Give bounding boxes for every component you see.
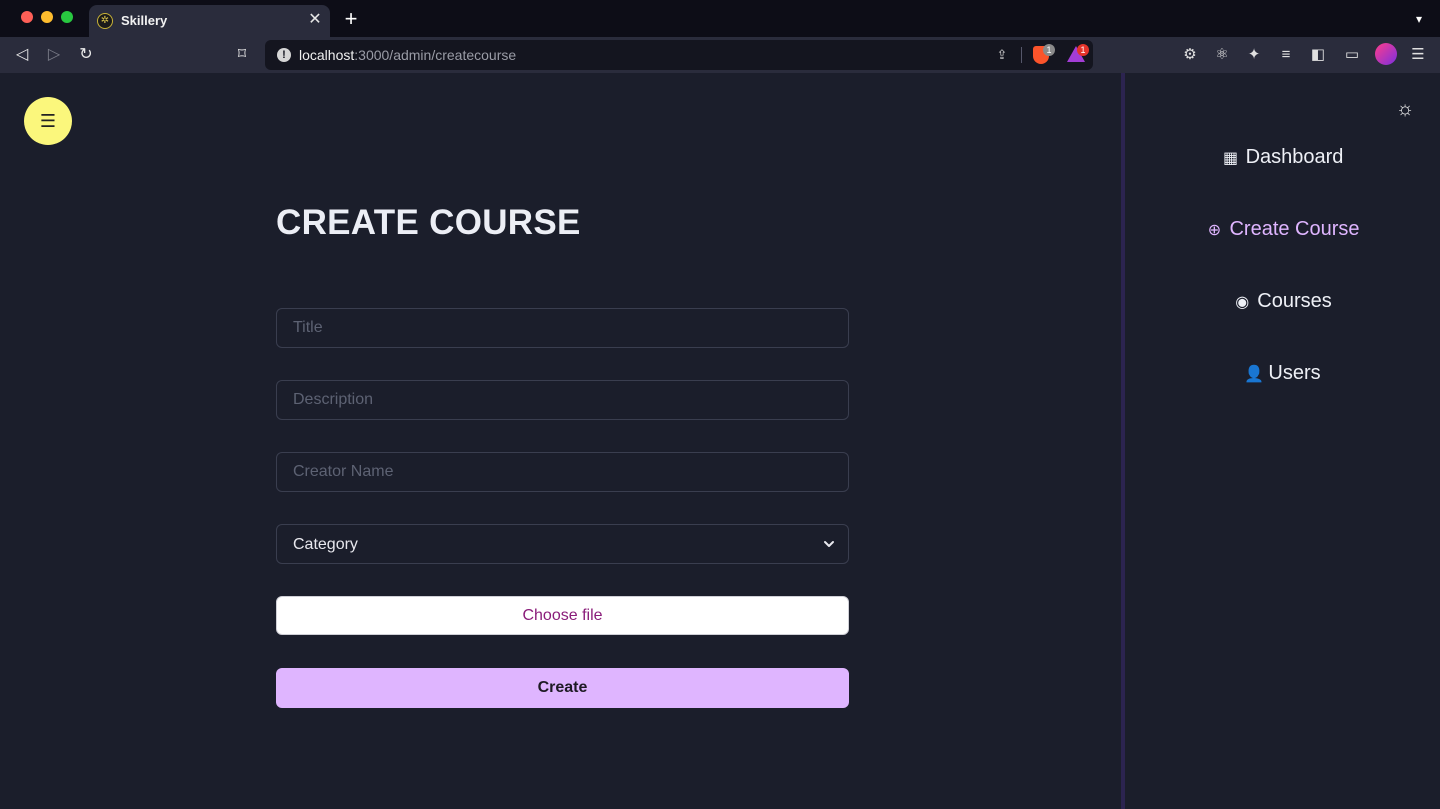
bookmark-icon[interactable]: ⌑ [231, 44, 253, 66]
page-content: ☰ CREATE COURSE Category Choose file Cre… [0, 73, 1440, 809]
choose-file-button[interactable]: Choose file [276, 596, 849, 635]
sidebar-item-dashboard[interactable]: ▦ Dashboard [1125, 142, 1440, 172]
chevron-down-icon [824, 541, 834, 547]
favicon-icon: ✲ [97, 13, 113, 29]
sidebar-item-label: Dashboard [1245, 146, 1344, 168]
browser-menu-icon[interactable]: ☰ [1407, 44, 1429, 66]
back-button[interactable]: ◁ [11, 44, 33, 66]
category-select-value: Category [293, 536, 358, 553]
user-icon: 👤 [1244, 366, 1265, 383]
reload-button[interactable]: ↻ [75, 44, 97, 66]
theme-toggle-sun-icon[interactable]: ☼ [1395, 99, 1415, 119]
menu-toggle-button[interactable]: ☰ [24, 97, 72, 145]
forward-button[interactable]: ▷ [43, 44, 65, 66]
shields-badge: 1 [1043, 44, 1055, 56]
url-host: localhost [299, 47, 355, 63]
plus-circle-icon: ⊕ [1207, 222, 1222, 239]
tab-title: Skillery [121, 13, 168, 28]
browser-toolbar: ◁ ▷ ↻ ⌑ ! localhost:3000/admin/createcou… [0, 37, 1440, 73]
sidebar-item-label: Users [1268, 362, 1321, 384]
new-tab-button[interactable]: + [340, 8, 362, 30]
sidebar-toggle-icon[interactable]: ◧ [1307, 44, 1329, 66]
menu-lines-icon: ☰ [39, 111, 57, 131]
react-devtools-icon[interactable]: ⚛ [1211, 44, 1233, 66]
profile-avatar[interactable] [1375, 43, 1397, 65]
create-button[interactable]: Create [276, 668, 849, 708]
rewards-badge: 1 [1077, 44, 1089, 56]
browser-tab-bar: ✲ Skillery ✕ + ▾ [0, 0, 1440, 37]
address-bar[interactable]: ! localhost:3000/admin/createcourse ⇪ 1 … [265, 40, 1093, 70]
site-info-icon[interactable]: ! [277, 48, 291, 62]
page-title: CREATE COURSE [276, 203, 581, 242]
category-select[interactable]: Category [276, 524, 849, 564]
address-bar-divider [1021, 47, 1022, 63]
sidebar-item-courses[interactable]: ◉ Courses [1125, 286, 1440, 316]
browser-tab-active[interactable]: ✲ Skillery ✕ [89, 5, 330, 37]
url-path: :3000/admin/createcourse [354, 47, 517, 63]
extensions-puzzle-icon[interactable]: ✦ [1243, 44, 1265, 66]
title-input[interactable] [276, 308, 849, 348]
window-minimize-button[interactable] [41, 11, 53, 23]
window-zoom-button[interactable] [61, 11, 73, 23]
creator-name-input[interactable] [276, 452, 849, 492]
tab-list-chevron-icon[interactable]: ▾ [1410, 10, 1428, 28]
playlist-icon[interactable]: ≡ [1275, 44, 1297, 66]
extension-gear-icon[interactable]: ⚙ [1179, 44, 1201, 66]
sidebar-item-label: Courses [1257, 290, 1332, 312]
sidebar-item-create-course[interactable]: ⊕ Create Course [1125, 214, 1440, 244]
sidebar-item-label: Create Course [1229, 218, 1360, 240]
url-text[interactable]: localhost:3000/admin/createcourse [299, 47, 516, 63]
share-icon[interactable]: ⇪ [993, 46, 1011, 64]
sidebar-item-users[interactable]: 👤 Users [1125, 358, 1440, 388]
eye-icon: ◉ [1235, 294, 1250, 311]
window-close-button[interactable] [21, 11, 33, 23]
wallet-icon[interactable]: ▭ [1341, 44, 1363, 66]
sidebar: ☼ ▦ Dashboard ⊕ Create Course ◉ Courses 👤 Us… [1121, 73, 1440, 809]
dashboard-icon: ▦ [1223, 150, 1239, 167]
description-input[interactable] [276, 380, 849, 420]
tab-close-icon[interactable]: ✕ [306, 11, 324, 29]
